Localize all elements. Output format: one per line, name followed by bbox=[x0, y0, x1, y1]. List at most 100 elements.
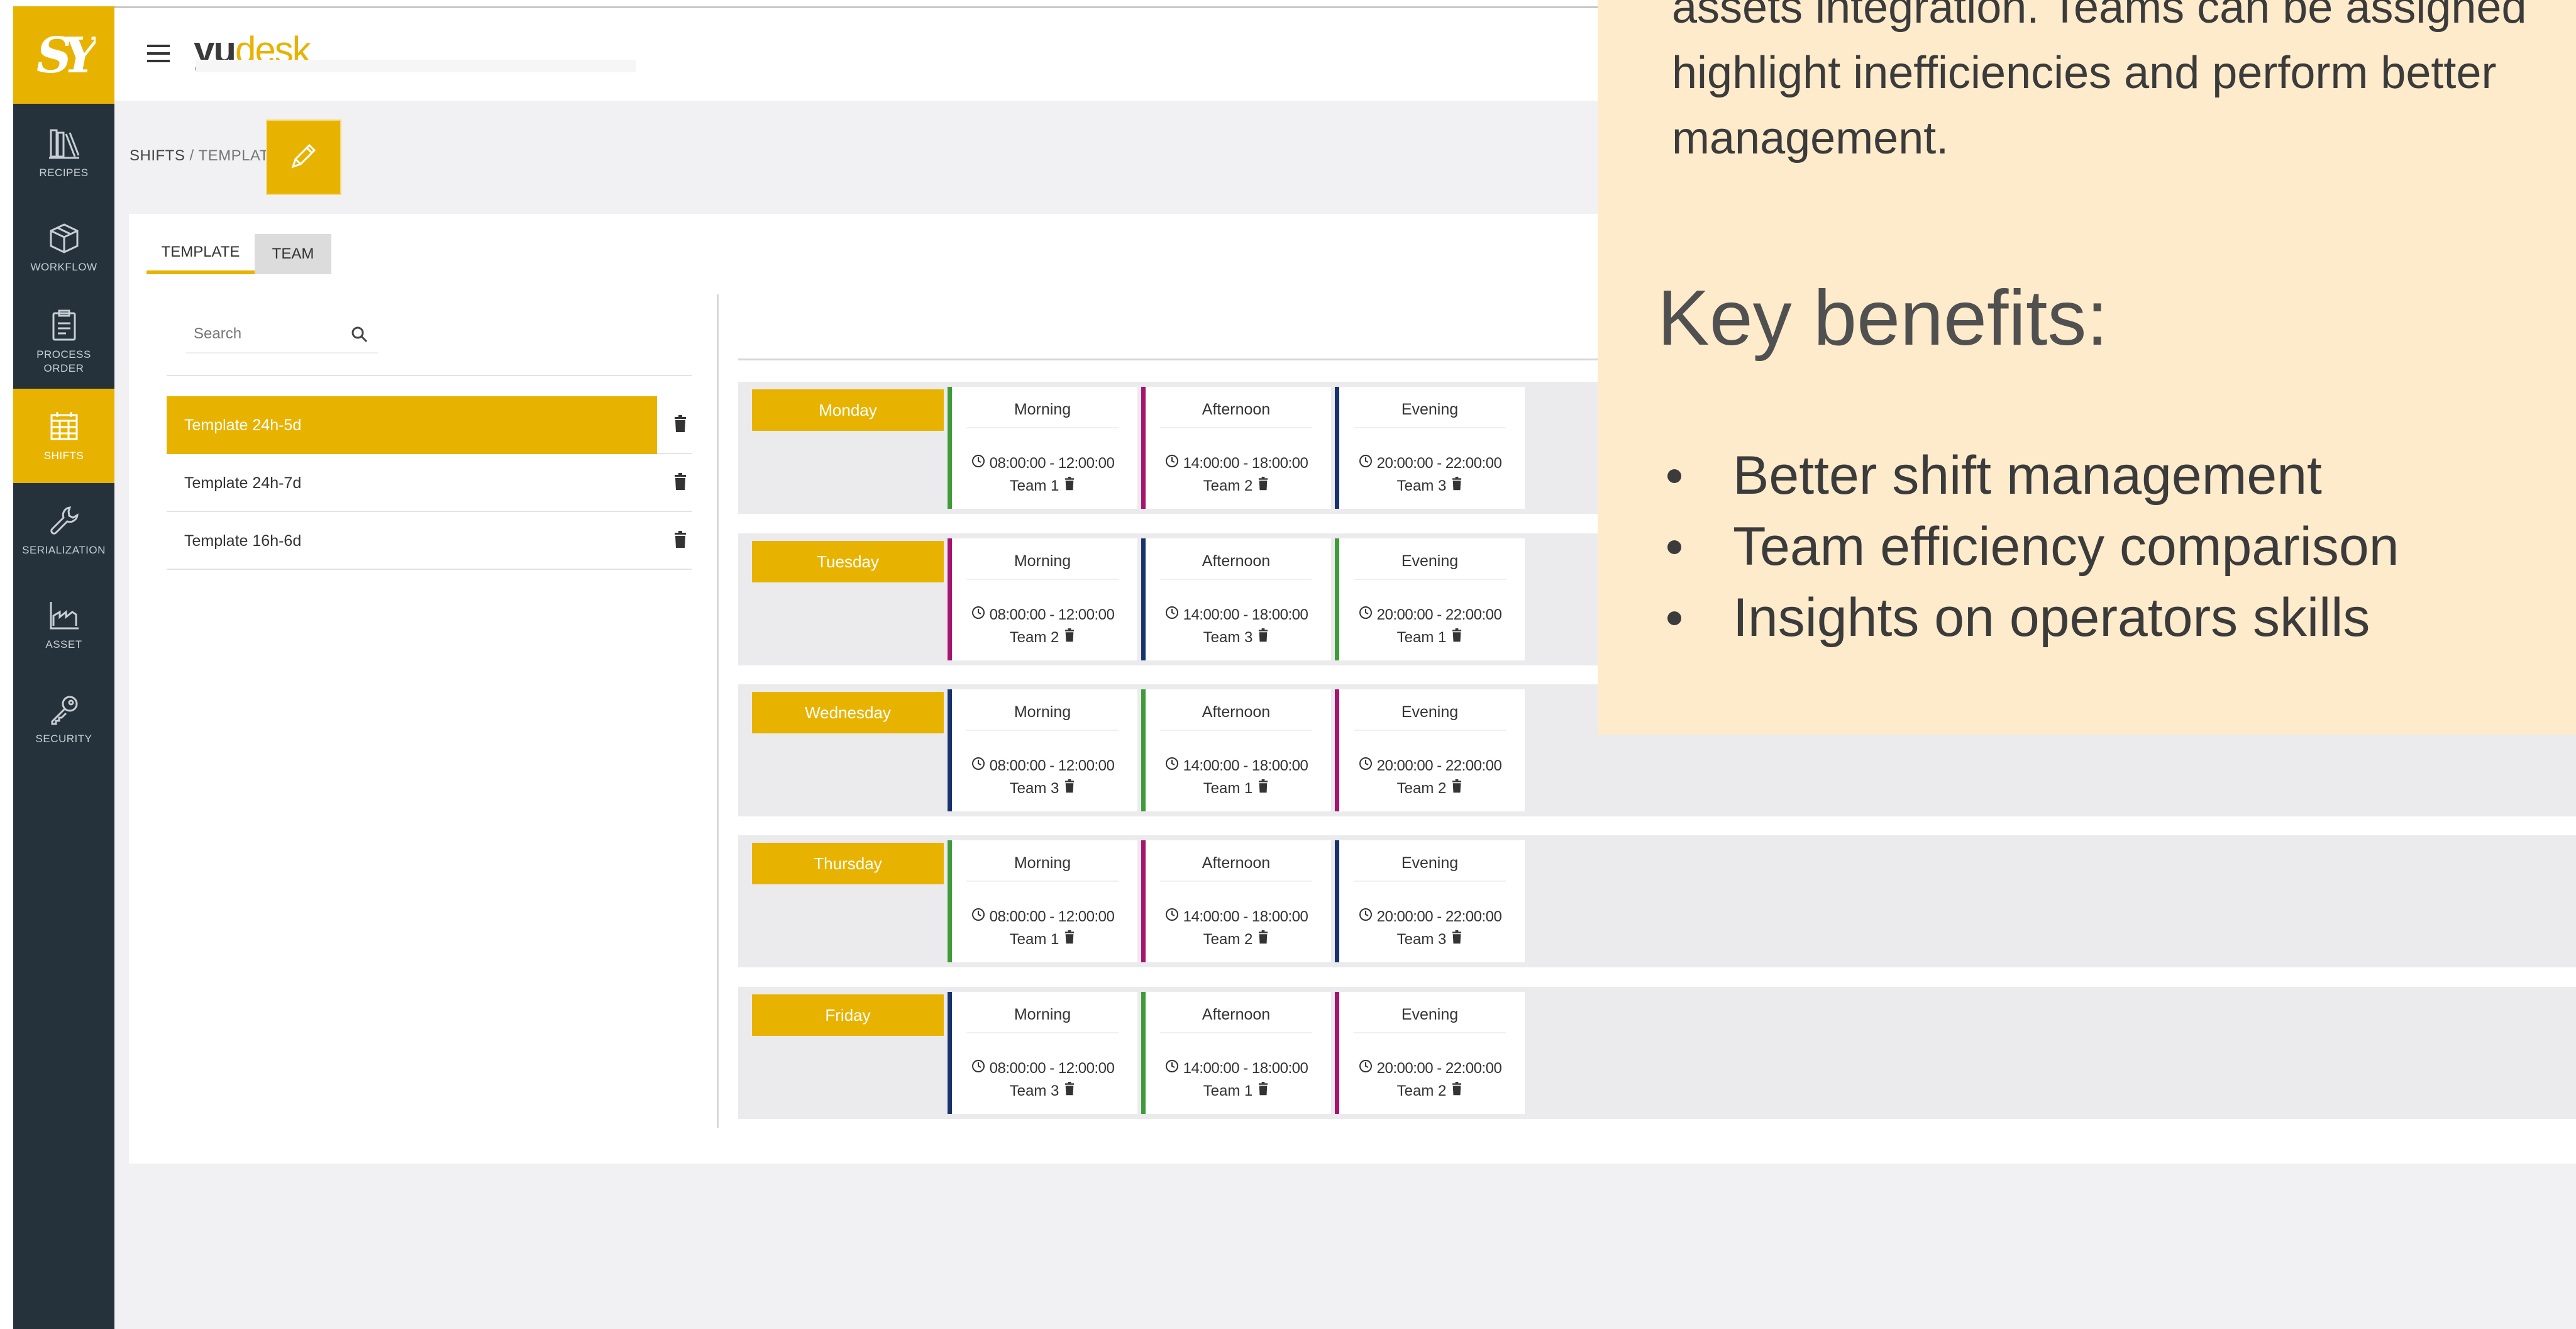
clock-icon bbox=[971, 756, 986, 776]
shift-time-row: 14:00:00 - 18:00:00 bbox=[1141, 1059, 1331, 1078]
trash-icon[interactable] bbox=[1258, 477, 1269, 495]
shift-card[interactable]: Afternoon 14:00:00 - 18:00:00 Team 2 bbox=[1141, 387, 1331, 509]
trash-icon[interactable] bbox=[1451, 1082, 1462, 1100]
edit-button[interactable] bbox=[266, 120, 341, 195]
benefit-item: Team efficiency comparison bbox=[1657, 511, 2399, 582]
day-label[interactable]: Tuesday bbox=[752, 541, 944, 582]
shift-divider bbox=[1354, 881, 1506, 882]
sidebar-item-workflow[interactable]: WORKFLOW bbox=[13, 200, 114, 294]
shift-time-row: 20:00:00 - 22:00:00 bbox=[1335, 605, 1525, 625]
sidebar-item-serialization[interactable]: SERIALIZATION bbox=[13, 483, 114, 577]
tab-team[interactable]: TEAM bbox=[255, 234, 331, 274]
shift-card[interactable]: Morning 08:00:00 - 12:00:00 Team 3 bbox=[948, 992, 1137, 1114]
sidebar-item-shifts[interactable]: SHIFTS bbox=[13, 389, 114, 483]
shift-team: Team 1 bbox=[1009, 477, 1059, 494]
pencil-icon bbox=[288, 140, 319, 175]
trash-icon[interactable] bbox=[1258, 1082, 1269, 1100]
shift-time-row: 14:00:00 - 18:00:00 bbox=[1141, 756, 1331, 776]
sidebar-item-security[interactable]: SECURITY bbox=[13, 672, 114, 766]
key-icon bbox=[47, 692, 82, 727]
trash-icon[interactable] bbox=[673, 415, 687, 436]
calendar-grid-icon bbox=[47, 409, 82, 444]
shift-card[interactable]: Morning 08:00:00 - 12:00:00 Team 3 bbox=[948, 689, 1137, 811]
shift-time-row: 08:00:00 - 12:00:00 bbox=[948, 453, 1137, 473]
shift-time-row: 20:00:00 - 22:00:00 bbox=[1335, 907, 1525, 926]
clock-icon bbox=[971, 605, 986, 625]
sidebar-item-process-order[interactable]: PROCESS ORDER bbox=[13, 294, 114, 389]
shift-team-row: Team 1 bbox=[948, 930, 1137, 948]
shift-name: Morning bbox=[1014, 703, 1071, 721]
breadcrumb: SHIFTS / TEMPLATE bbox=[130, 147, 279, 165]
shift-card[interactable]: Evening 20:00:00 - 22:00:00 Team 3 bbox=[1335, 387, 1525, 509]
trash-icon[interactable] bbox=[1064, 930, 1075, 948]
trash-icon[interactable] bbox=[1258, 930, 1269, 948]
shift-time-row: 14:00:00 - 18:00:00 bbox=[1141, 453, 1331, 473]
template-list-item[interactable]: Template 24h-7d bbox=[167, 454, 692, 512]
search-icon[interactable] bbox=[351, 326, 368, 347]
shift-time: 08:00:00 - 12:00:00 bbox=[989, 1059, 1115, 1077]
app-logo[interactable]: SY bbox=[13, 6, 114, 104]
template-list-item[interactable]: Template 16h-6d bbox=[167, 512, 692, 570]
shift-team-row: Team 1 bbox=[948, 477, 1137, 495]
bullet-icon bbox=[1667, 540, 1681, 554]
template-list-item[interactable]: Template 24h-5d bbox=[167, 396, 692, 454]
sidebar-item-label: SHIFTS bbox=[43, 450, 84, 462]
shift-card[interactable]: Afternoon 14:00:00 - 18:00:00 Team 3 bbox=[1141, 538, 1331, 660]
trash-icon[interactable] bbox=[1451, 779, 1462, 798]
day-label[interactable]: Wednesday bbox=[752, 692, 944, 733]
trash-icon[interactable] bbox=[1258, 779, 1269, 798]
shift-card[interactable]: Evening 20:00:00 - 22:00:00 Team 1 bbox=[1335, 538, 1525, 660]
shift-team-row: Team 1 bbox=[1335, 628, 1525, 647]
shift-team: Team 1 bbox=[1203, 779, 1253, 797]
trash-icon[interactable] bbox=[673, 473, 687, 494]
day-label[interactable]: Monday bbox=[752, 389, 944, 431]
shift-card[interactable]: Afternoon 14:00:00 - 18:00:00 Team 1 bbox=[1141, 689, 1331, 811]
shift-team-row: Team 3 bbox=[948, 779, 1137, 798]
sidebar-item-asset[interactable]: ASSET bbox=[13, 577, 114, 672]
shift-name: Evening bbox=[1401, 1006, 1459, 1023]
trash-icon[interactable] bbox=[1451, 628, 1462, 647]
shift-team-row: Team 2 bbox=[1335, 779, 1525, 798]
day-label[interactable]: Friday bbox=[752, 994, 944, 1036]
shift-team-row: Team 2 bbox=[948, 628, 1137, 647]
benefit-item: Insights on operators skills bbox=[1657, 582, 2399, 653]
shift-card[interactable]: Afternoon 14:00:00 - 18:00:00 Team 2 bbox=[1141, 840, 1331, 962]
shift-name: Afternoon bbox=[1202, 854, 1271, 872]
trash-icon[interactable] bbox=[1451, 930, 1462, 948]
trash-icon[interactable] bbox=[1064, 1082, 1075, 1100]
day-label[interactable]: Thursday bbox=[752, 843, 944, 884]
trash-icon[interactable] bbox=[1258, 628, 1269, 647]
shift-team: Team 2 bbox=[1396, 779, 1447, 797]
shift-card[interactable]: Morning 08:00:00 - 12:00:00 Team 1 bbox=[948, 387, 1137, 509]
hamburger-menu-icon[interactable] bbox=[146, 41, 171, 66]
clock-icon bbox=[1164, 1059, 1180, 1078]
trash-icon[interactable] bbox=[1451, 477, 1462, 495]
shift-card[interactable]: Evening 20:00:00 - 22:00:00 Team 2 bbox=[1335, 689, 1525, 811]
trash-icon[interactable] bbox=[1064, 779, 1075, 798]
sidebar: SY RECIPES WORKFLOW PROCESS ORDER SHIFTS… bbox=[13, 6, 114, 1329]
trash-icon[interactable] bbox=[673, 531, 687, 552]
template-name: Template 24h-7d bbox=[184, 474, 302, 492]
shift-team-row: Team 1 bbox=[1141, 779, 1331, 798]
breadcrumb-section[interactable]: SHIFTS bbox=[130, 147, 185, 164]
bullet-icon bbox=[1667, 611, 1681, 625]
sidebar-item-recipes[interactable]: RECIPES bbox=[13, 106, 114, 200]
template-name: Template 16h-6d bbox=[184, 532, 302, 550]
shift-time: 08:00:00 - 12:00:00 bbox=[989, 757, 1115, 774]
clock-icon bbox=[1164, 907, 1180, 926]
shift-time: 14:00:00 - 18:00:00 bbox=[1183, 1059, 1308, 1077]
sidebar-item-label: RECIPES bbox=[39, 167, 89, 179]
search-input[interactable] bbox=[194, 322, 338, 346]
shift-card[interactable]: Afternoon 14:00:00 - 18:00:00 Team 1 bbox=[1141, 992, 1331, 1114]
shift-team-row: Team 3 bbox=[948, 1082, 1137, 1100]
sidebar-item-label: PROCESS ORDER bbox=[36, 348, 91, 374]
trash-icon[interactable] bbox=[1064, 628, 1075, 647]
shift-card[interactable]: Evening 20:00:00 - 22:00:00 Team 3 bbox=[1335, 840, 1525, 962]
shift-card[interactable]: Morning 08:00:00 - 12:00:00 Team 2 bbox=[948, 538, 1137, 660]
shift-time: 20:00:00 - 22:00:00 bbox=[1376, 757, 1502, 774]
tab-template[interactable]: TEMPLATE bbox=[146, 234, 255, 274]
shift-team-row: Team 2 bbox=[1141, 930, 1331, 948]
trash-icon[interactable] bbox=[1064, 477, 1075, 495]
shift-card[interactable]: Morning 08:00:00 - 12:00:00 Team 1 bbox=[948, 840, 1137, 962]
shift-card[interactable]: Evening 20:00:00 - 22:00:00 Team 2 bbox=[1335, 992, 1525, 1114]
